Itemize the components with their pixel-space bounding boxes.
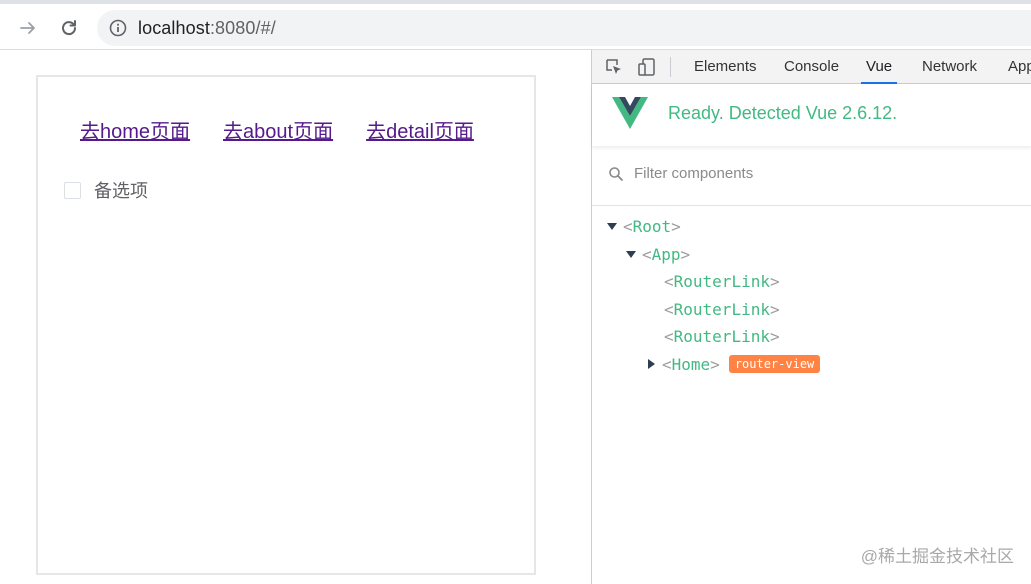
tree-node-routerlink[interactable]: < RouterLink > — [664, 297, 780, 321]
forward-button[interactable] — [12, 12, 44, 44]
page-viewport: 去home页面 去about页面 去detail页面 备选项 — [0, 50, 591, 584]
component-name: RouterLink — [673, 271, 770, 291]
tab-separator — [670, 57, 671, 77]
reload-icon — [62, 20, 77, 36]
url-text: localhost:8080/#/ — [138, 17, 276, 38]
tree-node-home[interactable]: < Home > router-view — [646, 352, 821, 376]
tab-vue[interactable]: Vue — [860, 50, 898, 84]
tab-elements[interactable]: Elements — [694, 50, 757, 84]
tab-network[interactable]: Network — [922, 50, 977, 84]
router-links: 去home页面 去about页面 去detail页面 — [80, 115, 507, 144]
tab-console[interactable]: Console — [784, 50, 839, 84]
browser-toolbar: localhost:8080/#/ — [0, 0, 1031, 50]
checkbox-row[interactable]: 备选项 — [64, 177, 148, 203]
home-link[interactable]: 去home页面 — [80, 115, 190, 144]
collapsed-caret-icon[interactable] — [646, 359, 656, 369]
option-checkbox[interactable] — [64, 181, 81, 199]
component-name: App — [651, 244, 681, 264]
vue-detected-status: Ready. Detected Vue 2.6.12. — [668, 103, 898, 123]
devtools-tab-bar: Elements Console Vue Network App — [592, 50, 1031, 84]
search-icon — [608, 166, 624, 187]
expanded-caret-icon[interactable] — [607, 221, 617, 231]
forward-arrow-icon — [20, 22, 35, 34]
expanded-caret-icon[interactable] — [626, 249, 636, 259]
tree-node-routerlink[interactable]: < RouterLink > — [664, 269, 780, 293]
filter-components-bar[interactable]: Filter components — [592, 149, 1031, 206]
component-name: Root — [632, 216, 672, 236]
router-view-badge: router-view — [728, 355, 821, 373]
reload-button[interactable] — [53, 12, 85, 44]
filter-components-input[interactable]: Filter components — [634, 165, 753, 182]
tab-application[interactable]: App — [1008, 50, 1031, 84]
tree-node-root[interactable]: < Root > — [607, 214, 681, 238]
component-name: Home — [671, 354, 711, 374]
checkbox-label[interactable]: 备选项 — [94, 177, 148, 203]
site-info-icon[interactable] — [109, 19, 127, 37]
devtools-panel: Elements Console Vue Network App Ready. … — [591, 50, 1031, 584]
address-bar[interactable]: localhost:8080/#/ — [97, 10, 1031, 46]
component-name: RouterLink — [673, 299, 770, 319]
watermark: @稀土掘金技术社区 — [860, 547, 1014, 566]
vue-logo-icon — [612, 97, 648, 134]
device-toolbar-icon[interactable] — [636, 56, 658, 78]
detail-link[interactable]: 去detail页面 — [366, 115, 474, 144]
vue-devtools-header: Ready. Detected Vue 2.6.12. — [592, 84, 1031, 146]
about-link[interactable]: 去about页面 — [223, 115, 333, 144]
app-container: 去home页面 去about页面 去detail页面 备选项 — [36, 75, 536, 575]
inspect-element-icon[interactable] — [603, 56, 625, 78]
tree-node-routerlink[interactable]: < RouterLink > — [664, 324, 780, 348]
component-name: RouterLink — [673, 326, 770, 346]
tree-node-app[interactable]: < App > — [626, 242, 690, 266]
